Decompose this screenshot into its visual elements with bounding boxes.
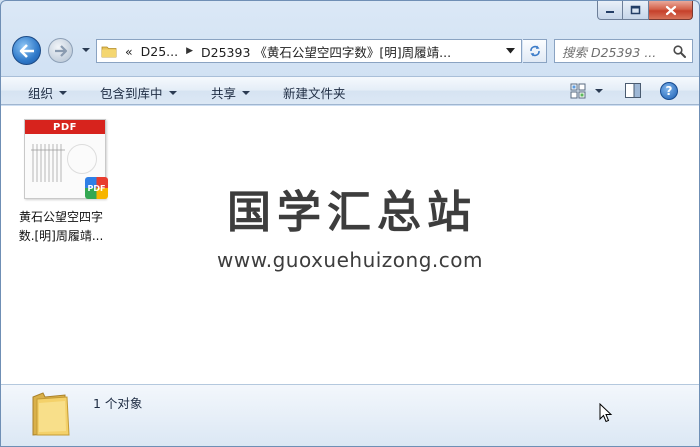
maximize-button[interactable] <box>623 1 649 20</box>
watermark: 国学汇总站 www.guoxuehuizong.com <box>1 176 699 272</box>
details-pane: 1 个对象 <box>1 384 699 446</box>
breadcrumb-separator-icon[interactable]: ▶ <box>186 46 193 56</box>
search-icon[interactable] <box>673 45 686 58</box>
breadcrumb-item[interactable]: D25... <box>141 44 178 59</box>
breadcrumb-overflow[interactable]: « <box>125 44 133 59</box>
close-button[interactable] <box>649 1 693 20</box>
organize-label: 组织 <box>28 86 54 101</box>
pdf-thumb-label: PDF <box>25 120 105 134</box>
refresh-button[interactable] <box>523 39 547 63</box>
explorer-window: « D25... ▶ D25393 《黄石公望空四字数》[明]周履靖... 搜索… <box>0 0 700 447</box>
include-in-library-menu[interactable]: 包含到库中 <box>100 83 177 102</box>
folder-icon <box>32 392 70 436</box>
new-folder-label: 新建文件夹 <box>283 86 346 101</box>
minimize-button[interactable] <box>597 1 623 20</box>
share-label: 共享 <box>211 86 237 101</box>
watermark-title: 国学汇总站 <box>227 187 477 238</box>
new-folder-button[interactable]: 新建文件夹 <box>283 83 346 102</box>
preview-pane-icon[interactable] <box>625 83 641 98</box>
view-options-chevron-down-icon[interactable] <box>595 89 603 93</box>
arrow-right-icon <box>54 44 67 57</box>
chevron-down-icon <box>168 90 177 95</box>
forward-button[interactable] <box>48 38 73 63</box>
arrow-left-icon <box>19 43 34 58</box>
item-count: 1 个对象 <box>93 396 143 411</box>
recent-pages-chevron-down-icon[interactable] <box>81 45 91 55</box>
organize-menu[interactable]: 组织 <box>28 83 68 102</box>
change-view-icon[interactable] <box>570 83 586 99</box>
command-bar: 组织 包含到库中 共享 新建文件夹 ? <box>1 76 699 105</box>
address-dropdown-chevron-down-icon[interactable] <box>506 48 515 54</box>
help-icon[interactable]: ? <box>660 82 678 100</box>
share-menu[interactable]: 共享 <box>211 83 251 102</box>
close-icon <box>665 5 676 15</box>
minimize-icon <box>606 11 614 13</box>
seal-icon <box>67 144 97 174</box>
maximize-icon <box>630 5 641 15</box>
folder-icon <box>101 46 117 57</box>
watermark-url: www.guoxuehuizong.com <box>217 248 483 272</box>
caption-buttons <box>597 1 693 21</box>
breadcrumb-item-current[interactable]: D25393 《黄石公望空四字数》[明]周履靖... <box>201 42 451 61</box>
address-bar[interactable]: « D25... ▶ D25393 《黄石公望空四字数》[明]周履靖... <box>96 39 522 63</box>
search-box[interactable]: 搜索 D25393 ... <box>554 39 693 63</box>
search-placeholder[interactable]: 搜索 D25393 ... <box>562 42 672 61</box>
back-button[interactable] <box>12 36 41 65</box>
chevron-down-icon <box>242 90 251 95</box>
file-list-area[interactable]: PDF PDF 黄石公望空四字 数.[明]周履靖... 国学汇总站 www.gu… <box>1 106 699 384</box>
refresh-icon <box>529 45 540 57</box>
include-in-library-label: 包含到库中 <box>100 86 163 101</box>
chevron-down-icon <box>59 90 68 95</box>
mouse-cursor-icon <box>599 403 613 423</box>
